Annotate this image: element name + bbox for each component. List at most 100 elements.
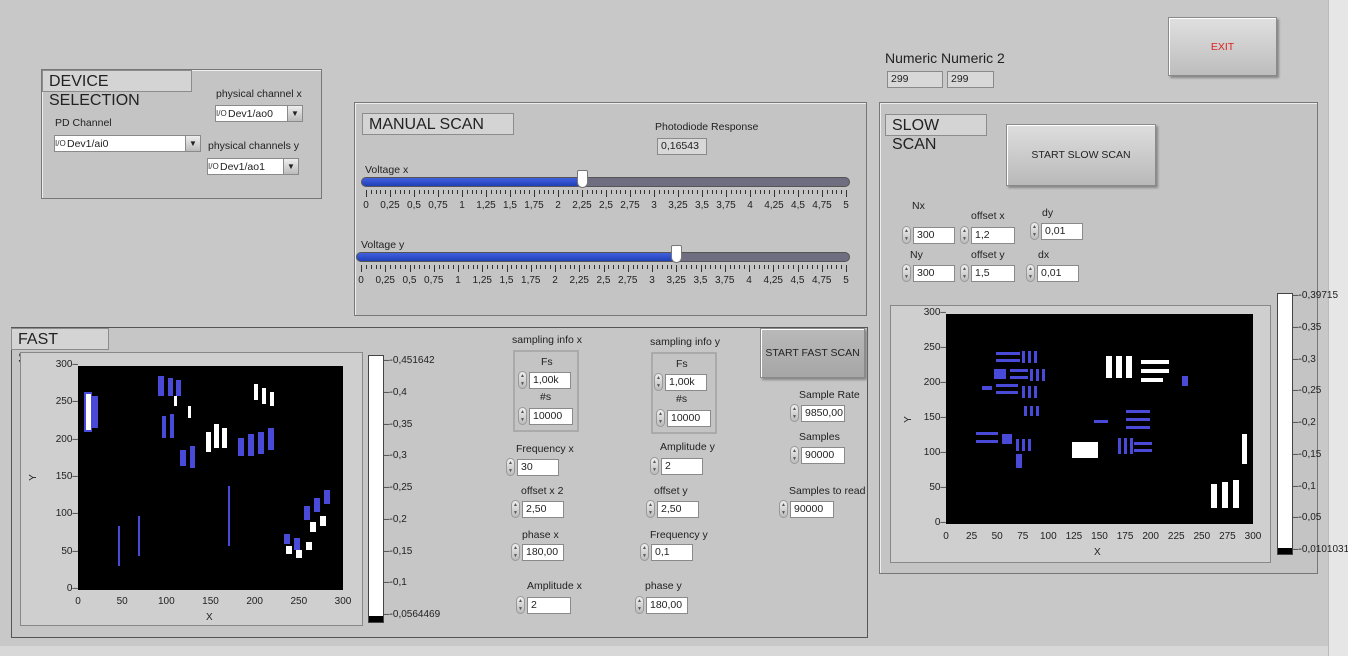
spin-arrows-icon[interactable]: ▲ ▼ [511, 500, 520, 518]
offset-x-control[interactable]: ▲ ▼ 1,2 [960, 226, 1015, 244]
pd-channel-select[interactable]: I/O Dev1/ai0 ▼ [54, 135, 201, 152]
spin-arrows-icon[interactable]: ▲ ▼ [1030, 222, 1039, 240]
spin-arrows-icon[interactable]: ▲ ▼ [790, 446, 799, 464]
phase-x-value[interactable]: 180,00 [522, 543, 564, 561]
scale-tick [562, 190, 564, 194]
fast-scan-intensity-graph[interactable] [78, 366, 343, 590]
voltage-y-slider[interactable] [356, 252, 850, 262]
color-ramp-tick: –-0,35 [384, 418, 413, 430]
fast-scan-color-ramp[interactable] [368, 355, 384, 623]
voltage-y-slider-thumb[interactable] [671, 245, 683, 263]
spin-arrows-icon[interactable]: ▲ ▼ [790, 404, 799, 422]
color-ramp-low [1278, 548, 1292, 554]
dropdown-arrow-icon[interactable]: ▼ [185, 136, 200, 151]
phase-x-control[interactable]: ▲ ▼ 180,00 [511, 543, 564, 561]
spin-arrows-icon[interactable]: ▲ ▼ [516, 596, 525, 614]
offset-x-value[interactable]: 1,2 [971, 226, 1015, 244]
frequency-y-control[interactable]: ▲ ▼ 0,1 [640, 543, 693, 561]
spin-arrows-icon[interactable]: ▲ ▼ [656, 409, 665, 427]
ns-y-value[interactable]: 10000 [667, 409, 711, 427]
fs-x-control[interactable]: ▲ ▼ 1,00k [518, 371, 571, 389]
offset-y-control[interactable]: ▲ ▼ 1,5 [960, 264, 1015, 282]
nx-value[interactable]: 300 [913, 226, 955, 244]
dropdown-arrow-icon[interactable]: ▼ [283, 159, 298, 174]
start-slow-scan-button[interactable]: START SLOW SCAN [1006, 124, 1156, 186]
ns-x-control[interactable]: ▲ ▼ 10000 [518, 407, 573, 425]
x-tick-label: 250 [1193, 531, 1211, 542]
spin-arrows-icon[interactable]: ▲ ▼ [506, 458, 515, 476]
scale-tick-label: 4,5 [791, 200, 805, 211]
voltage-x-slider[interactable] [361, 177, 850, 187]
scale-tick [516, 265, 518, 269]
fs-y-value[interactable]: 1,00k [665, 373, 707, 391]
spin-arrows-icon[interactable]: ▲ ▼ [518, 407, 527, 425]
spin-arrows-icon[interactable]: ▲ ▼ [635, 596, 644, 614]
scale-tick [545, 265, 547, 269]
spin-arrows-icon[interactable]: ▲ ▼ [1026, 264, 1035, 282]
amplitude-y-value[interactable]: 2 [661, 457, 703, 475]
offset-x2-control[interactable]: ▲ ▼ 2,50 [511, 500, 564, 518]
start-fast-scan-button[interactable]: START FAST SCAN [760, 328, 865, 378]
dropdown-arrow-icon[interactable]: ▼ [287, 106, 302, 121]
offset-y-fast-value[interactable]: 2,50 [657, 500, 699, 518]
spin-arrows-icon[interactable]: ▲ ▼ [650, 457, 659, 475]
sample-rate-control[interactable]: ▲ ▼ 9850,00 [790, 404, 845, 422]
scale-tick [486, 190, 487, 197]
slow-scan-color-ramp[interactable] [1277, 293, 1293, 555]
spin-arrows-icon[interactable]: ▲ ▼ [518, 371, 527, 389]
amplitude-x-value[interactable]: 2 [527, 596, 571, 614]
scale-tick [759, 190, 761, 194]
dx-control[interactable]: ▲ ▼ 0,01 [1026, 264, 1079, 282]
spin-arrows-icon[interactable]: ▲ ▼ [960, 264, 969, 282]
amplitude-x-control[interactable]: ▲ ▼ 2 [516, 596, 571, 614]
ns-y-control[interactable]: ▲ ▼ 10000 [656, 409, 711, 427]
spin-arrows-icon[interactable]: ▲ ▼ [960, 226, 969, 244]
scale-tick [816, 265, 818, 269]
nx-control[interactable]: ▲ ▼ 300 [902, 226, 955, 244]
offset-y-value[interactable]: 1,5 [971, 264, 1015, 282]
sample-rate-value[interactable]: 9850,00 [801, 404, 845, 422]
samples-to-read-value[interactable]: 90000 [790, 500, 834, 518]
slow-scan-intensity-graph[interactable] [946, 314, 1253, 524]
scale-tick [642, 265, 644, 269]
scale-tick [476, 190, 478, 194]
frequency-x-control[interactable]: ▲ ▼ 30 [506, 458, 559, 476]
samples-value[interactable]: 90000 [801, 446, 845, 464]
window-scrollbar[interactable] [1328, 0, 1348, 656]
frequency-x-value[interactable]: 30 [517, 458, 559, 476]
dy-value[interactable]: 0,01 [1041, 222, 1083, 240]
frequency-y-value[interactable]: 0,1 [651, 543, 693, 561]
spin-arrows-icon[interactable]: ▲ ▼ [902, 226, 911, 244]
scale-tick [783, 190, 785, 194]
spin-arrows-icon[interactable]: ▲ ▼ [779, 500, 788, 518]
voltage-x-slider-thumb[interactable] [577, 170, 588, 188]
spin-arrows-icon[interactable]: ▲ ▼ [640, 543, 649, 561]
phase-y-value[interactable]: 180,00 [646, 596, 688, 614]
dy-control[interactable]: ▲ ▼ 0,01 [1030, 222, 1083, 240]
color-ramp-low [369, 616, 383, 622]
offset-x2-value[interactable]: 2,50 [522, 500, 564, 518]
phys-channel-y-select[interactable]: I/O Dev1/ao1 ▼ [207, 158, 299, 175]
phys-channel-x-select[interactable]: I/O Dev1/ao0 ▼ [215, 105, 303, 122]
amplitude-y-control[interactable]: ▲ ▼ 2 [650, 457, 703, 475]
ns-x-value[interactable]: 10000 [529, 407, 573, 425]
color-ramp-tick: –-0,0564469 [384, 609, 441, 620]
spin-arrows-icon[interactable]: ▲ ▼ [654, 373, 663, 391]
spin-arrows-icon[interactable]: ▲ ▼ [511, 543, 520, 561]
offset-y-fast-control[interactable]: ▲ ▼ 2,50 [646, 500, 699, 518]
ny-control[interactable]: ▲ ▼ 300 [902, 264, 955, 282]
samples-to-read-control[interactable]: ▲ ▼ 90000 [779, 500, 834, 518]
samples-control[interactable]: ▲ ▼ 90000 [790, 446, 845, 464]
scale-tick [658, 190, 660, 194]
exit-button[interactable]: EXIT [1168, 17, 1277, 76]
scale-tick [572, 190, 574, 194]
scale-tick [692, 190, 694, 194]
dx-value[interactable]: 0,01 [1037, 264, 1079, 282]
spin-arrows-icon[interactable]: ▲ ▼ [646, 500, 655, 518]
ny-value[interactable]: 300 [913, 264, 955, 282]
fs-x-value[interactable]: 1,00k [529, 371, 571, 389]
phase-y-control[interactable]: ▲ ▼ 180,00 [635, 596, 688, 614]
spin-arrows-icon[interactable]: ▲ ▼ [902, 264, 911, 282]
scale-tick [687, 190, 689, 194]
fs-y-control[interactable]: ▲ ▼ 1,00k [654, 373, 707, 391]
